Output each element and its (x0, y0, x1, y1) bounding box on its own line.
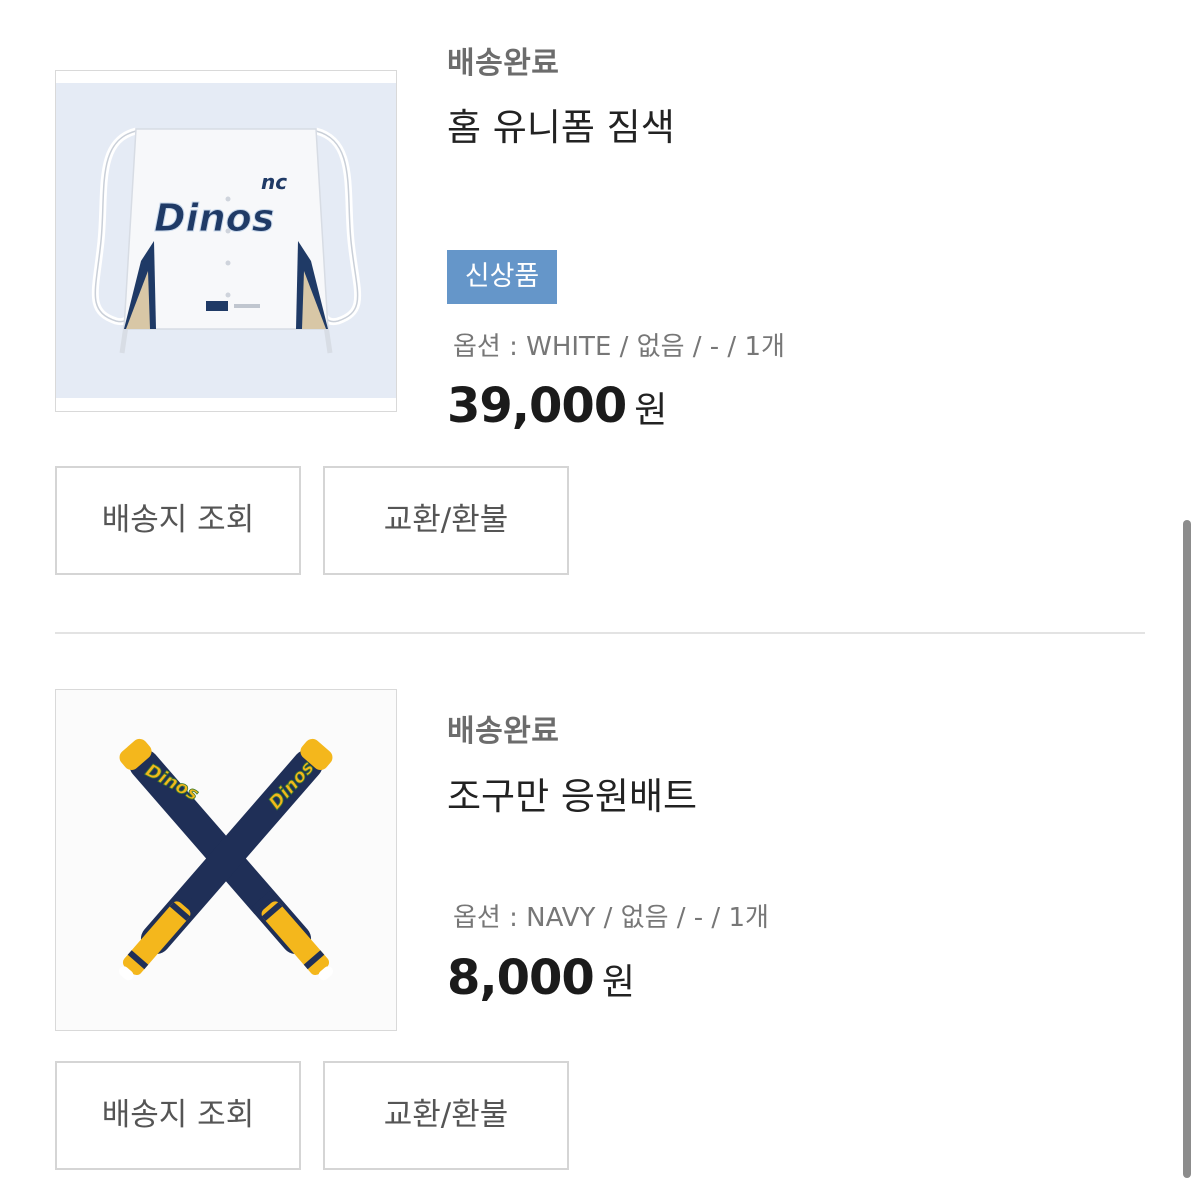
track-shipping-button[interactable]: 배송지 조회 (55, 466, 301, 575)
price-amount: 39,000 (447, 378, 627, 434)
cheer-bat-image: Dinos Dinos (56, 690, 396, 1030)
svg-text:Dinos: Dinos (154, 196, 274, 240)
product-price: 8,000 원 (447, 950, 635, 1006)
delivery-status: 배송완료 (447, 46, 560, 81)
delivery-status: 배송완료 (447, 714, 560, 749)
price-unit: 원 (601, 962, 635, 1003)
new-product-badge: 신상품 (447, 250, 557, 304)
product-name[interactable]: 조구만 응원배트 (447, 766, 697, 820)
track-shipping-button[interactable]: 배송지 조회 (55, 1061, 301, 1170)
product-name[interactable]: 홈 유니폼 짐색 (447, 97, 675, 151)
product-image[interactable]: nc Dinos (55, 70, 397, 412)
price-amount: 8,000 (447, 950, 595, 1006)
product-option: 옵션 : NAVY / 없음 / - / 1개 (453, 903, 769, 933)
product-price: 39,000 원 (447, 378, 667, 434)
exchange-refund-button[interactable]: 교환/환불 (323, 1061, 569, 1170)
gym-sack-image: nc Dinos (56, 71, 396, 411)
order-divider (55, 632, 1145, 634)
exchange-refund-button[interactable]: 교환/환불 (323, 466, 569, 575)
product-image[interactable]: Dinos Dinos (55, 689, 397, 1031)
price-unit: 원 (634, 390, 668, 431)
scrollbar[interactable] (1183, 520, 1191, 1178)
product-option: 옵션 : WHITE / 없음 / - / 1개 (453, 332, 785, 362)
svg-text:nc: nc (261, 170, 287, 194)
